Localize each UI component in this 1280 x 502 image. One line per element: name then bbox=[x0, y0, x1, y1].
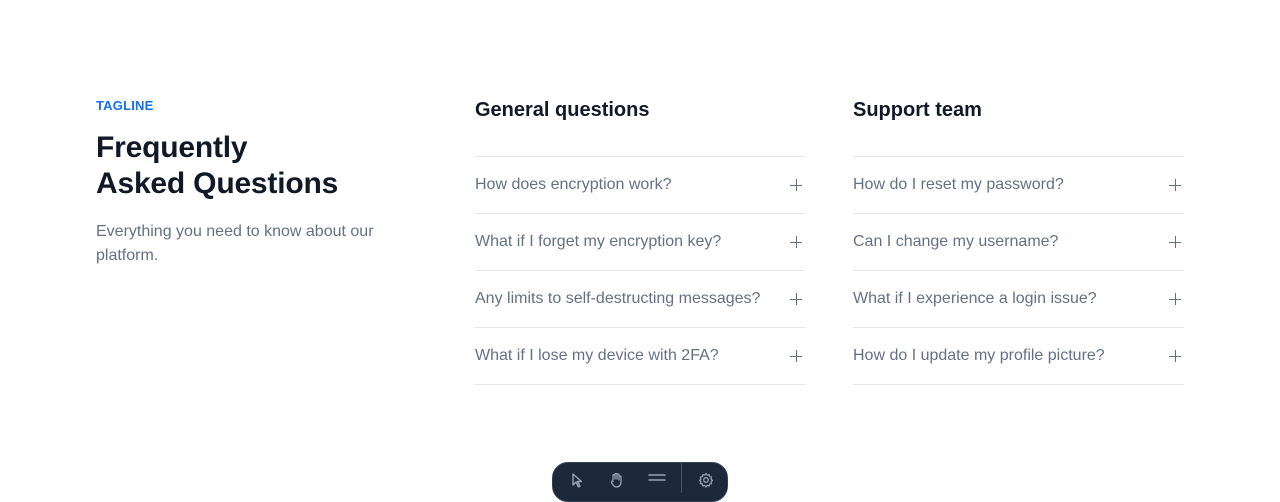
toolbar-divider bbox=[681, 463, 682, 493]
faq-item[interactable]: Any limits to self-destructing messages? bbox=[475, 271, 805, 328]
floating-toolbar bbox=[552, 462, 728, 502]
faq-question: What if I lose my device with 2FA? bbox=[475, 347, 719, 364]
menu-icon bbox=[648, 474, 666, 481]
faq-question: How do I update my profile picture? bbox=[853, 347, 1105, 364]
plus-icon[interactable] bbox=[790, 293, 802, 305]
faq-question: What if I experience a login issue? bbox=[853, 290, 1097, 307]
hand-icon bbox=[610, 472, 622, 488]
plus-icon[interactable] bbox=[1169, 236, 1181, 248]
faq-heading-line-1: Frequently bbox=[96, 131, 248, 164]
support-team-title: Support team bbox=[853, 99, 982, 121]
faq-intro: TAGLINE Frequently Asked Questions Every… bbox=[96, 98, 426, 268]
gear-icon bbox=[698, 472, 714, 488]
faq-item[interactable]: What if I experience a login issue? bbox=[853, 271, 1184, 328]
support-team-list: How do I reset my password? Can I change… bbox=[853, 156, 1184, 385]
plus-icon[interactable] bbox=[1169, 179, 1181, 191]
plus-icon[interactable] bbox=[790, 179, 802, 191]
general-questions-list: How does encryption work? What if I forg… bbox=[475, 156, 805, 385]
menu-button[interactable] bbox=[641, 472, 673, 492]
pointer-icon bbox=[572, 473, 583, 488]
faq-item[interactable]: Can I change my username? bbox=[853, 214, 1184, 271]
faq-question: Any limits to self-destructing messages? bbox=[475, 290, 761, 307]
faq-item[interactable]: How does encryption work? bbox=[475, 157, 805, 214]
faq-subtext: Everything you need to know about our pl… bbox=[96, 223, 374, 264]
faq-question: How do I reset my password? bbox=[853, 176, 1064, 193]
plus-icon[interactable] bbox=[790, 236, 802, 248]
plus-icon[interactable] bbox=[1169, 350, 1181, 362]
faq-item[interactable]: What if I forget my encryption key? bbox=[475, 214, 805, 271]
hand-tool-button[interactable] bbox=[601, 472, 633, 492]
faq-question: What if I forget my encryption key? bbox=[475, 233, 722, 250]
general-questions-title: General questions bbox=[475, 99, 650, 121]
tagline: TAGLINE bbox=[96, 98, 154, 113]
faq-item[interactable]: How do I reset my password? bbox=[853, 157, 1184, 214]
plus-icon[interactable] bbox=[790, 350, 802, 362]
faq-item[interactable]: What if I lose my device with 2FA? bbox=[475, 328, 805, 385]
faq-question: Can I change my username? bbox=[853, 233, 1059, 250]
plus-icon[interactable] bbox=[1169, 293, 1181, 305]
faq-heading: Frequently Asked Questions bbox=[96, 130, 426, 202]
faq-item[interactable]: How do I update my profile picture? bbox=[853, 328, 1184, 385]
pointer-tool-button[interactable] bbox=[561, 472, 593, 492]
faq-heading-line-2: Asked Questions bbox=[96, 167, 339, 200]
support-team-column: Support team How do I reset my password?… bbox=[853, 96, 1184, 385]
settings-button[interactable] bbox=[690, 472, 722, 492]
general-questions-column: General questions How does encryption wo… bbox=[475, 96, 805, 385]
faq-question: How does encryption work? bbox=[475, 176, 672, 193]
